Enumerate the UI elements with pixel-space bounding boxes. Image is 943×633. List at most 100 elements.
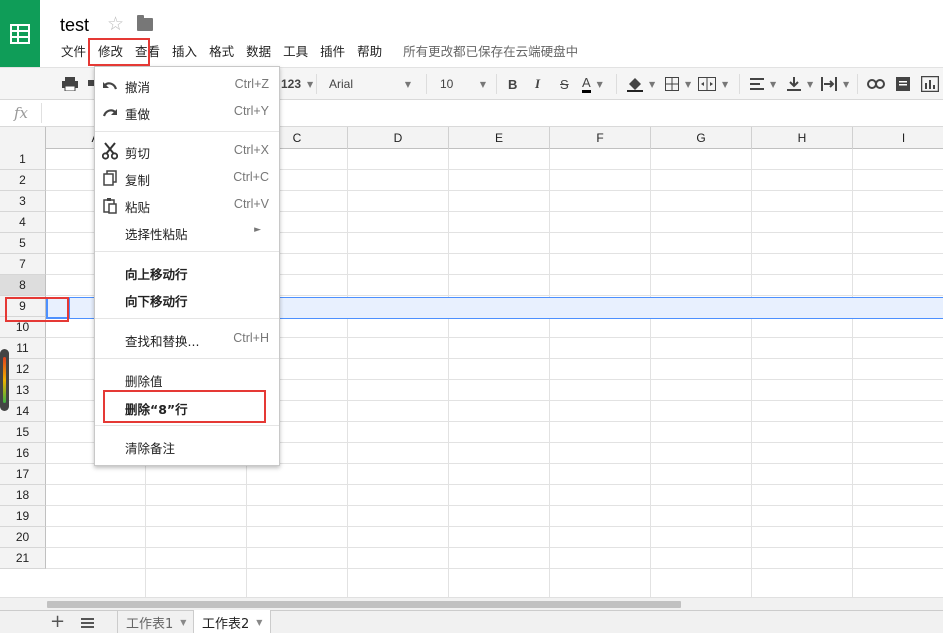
column-header[interactable]: E [449,127,550,149]
row-header[interactable]: 19 [0,506,46,527]
menu-file[interactable]: 文件 [56,41,91,60]
menu-item-shortcut: Ctrl+C [233,170,269,184]
menu-separator [95,318,279,319]
sheet-list-icon[interactable] [81,618,94,629]
menu-format[interactable]: 格式 [204,41,239,60]
scrollbar-thumb[interactable] [47,601,681,608]
menu-item-redo[interactable]: 重做 Ctrl+Y [95,99,279,125]
fill-color-icon[interactable]: ▼ [627,68,655,100]
menu-help[interactable]: 帮助 [352,41,387,60]
document-title[interactable]: test [60,15,89,36]
align-left-icon[interactable]: ▼ [750,68,776,100]
menu-item-move-row-down[interactable]: 向下移动行 [95,286,279,312]
menu-data[interactable]: 数据 [241,41,276,60]
menu-item-label: 清除备注 [125,441,176,456]
column-header[interactable]: G [651,127,752,149]
row-header[interactable]: 18 [0,485,46,506]
sheet-tab-1[interactable]: 工作表1 ▼ [117,611,196,633]
star-icon[interactable]: ☆ [107,13,124,35]
merge-cells-icon[interactable]: ▼ [698,68,728,100]
menu-item-delete-values[interactable]: 删除值 [95,366,279,392]
menu-tools[interactable]: 工具 [278,41,313,60]
menu-item-copy[interactable]: 复制 Ctrl+C [95,165,279,191]
gridline [46,484,943,485]
horizontal-scrollbar[interactable] [0,597,943,610]
gridline [347,149,348,597]
menu-item-paste-special[interactable]: 选择性粘贴 ► [95,219,279,245]
menu-item-shortcut: Ctrl+Z [234,77,269,91]
toolbar-divider [496,74,497,94]
column-header[interactable]: D [348,127,449,149]
chart-icon[interactable] [921,68,939,100]
row-header[interactable]: 2 [0,170,46,191]
row-header[interactable]: 9 [0,296,46,317]
row-header[interactable]: 10 [0,317,46,338]
menubar: 文件 修改 查看 插入 格式 数据 工具 插件 帮助 所有更改都已保存在云端硬盘… [56,41,578,59]
menu-addons[interactable]: 插件 [315,41,350,60]
column-header[interactable]: F [550,127,651,149]
toolbar-divider [616,74,617,94]
vertical-align-icon[interactable]: ▼ [787,68,813,100]
edit-menu-dropdown: 撤消 Ctrl+Z 重做 Ctrl+Y 剪切 Ctrl+X 复制 Ctrl+C … [94,66,280,466]
row-header[interactable]: 3 [0,191,46,212]
menu-view[interactable]: 查看 [130,41,165,60]
row-header[interactable]: 16 [0,443,46,464]
italic-button[interactable]: I [535,68,540,100]
toolbar-divider [739,74,740,94]
menu-item-move-row-up[interactable]: 向上移动行 [95,259,279,285]
sheet-tab-2[interactable]: 工作表2 ▼ [193,610,272,633]
menu-item-label: 复制 [125,173,151,188]
row-header[interactable]: 7 [0,254,46,275]
add-sheet-icon[interactable]: + [50,613,65,631]
toolbar-divider [316,74,317,94]
font-size-dropdown[interactable]: 10 ▼ [440,68,486,100]
select-all-corner[interactable] [0,127,46,149]
chevron-down-icon[interactable]: ▼ [256,618,262,627]
row-header[interactable]: 15 [0,422,46,443]
comment-icon[interactable] [896,68,910,100]
paste-icon [101,196,119,214]
text-color-button[interactable]: A ▼ [582,68,603,100]
menu-edit[interactable]: 修改 [93,41,128,60]
menu-item-shortcut: Ctrl+V [233,197,269,211]
menu-item-clear-notes[interactable]: 清除备注 [95,433,279,459]
active-cell[interactable] [46,297,70,319]
row-header[interactable]: 5 [0,233,46,254]
chevron-down-icon: ▼ [843,79,850,89]
app-header: test ☆ 文件 修改 查看 插入 格式 数据 工具 插件 帮助 所有更改都已… [0,0,943,67]
menu-item-paste[interactable]: 粘贴 Ctrl+V [95,192,279,218]
menu-item-delete-row-8[interactable]: 删除“8”行 [95,394,279,420]
menu-separator [95,425,279,426]
row-header[interactable]: 8 [0,275,46,296]
menu-item-cut[interactable]: 剪切 Ctrl+X [95,138,279,164]
row-header[interactable]: 17 [0,464,46,485]
column-header[interactable]: I [853,127,943,149]
menu-item-undo[interactable]: 撤消 Ctrl+Z [95,72,279,98]
font-family-dropdown[interactable]: Arial ▼ [329,68,411,100]
chevron-down-icon[interactable]: ▼ [180,618,186,627]
folder-icon[interactable] [137,15,153,31]
print-icon[interactable] [62,68,78,100]
bold-button[interactable]: B [508,68,517,100]
menu-insert[interactable]: 插入 [167,41,202,60]
row-header[interactable]: 20 [0,527,46,548]
row-header[interactable]: 4 [0,212,46,233]
side-indicator-icon [0,349,9,411]
gridline [751,149,752,597]
strikethrough-button[interactable]: S [560,68,569,100]
menu-item-find-replace[interactable]: 查找和替换... Ctrl+H [95,326,279,352]
undo-icon [101,76,119,94]
column-header[interactable]: H [752,127,853,149]
row-header[interactable]: 21 [0,548,46,569]
spreadsheet-icon [10,23,30,44]
menu-separator [95,358,279,359]
text-color-label: A [582,75,591,93]
borders-icon[interactable]: ▼ [665,68,691,100]
link-icon[interactable] [867,68,885,100]
row-header[interactable]: 1 [0,149,46,170]
sheets-logo-icon[interactable] [0,0,40,67]
number-format-dropdown[interactable]: 123 ▼ [281,68,313,100]
menu-item-label: 选择性粘贴 [125,227,188,242]
text-wrap-icon[interactable]: ▼ [821,68,849,100]
chevron-down-icon: ▼ [479,79,486,89]
